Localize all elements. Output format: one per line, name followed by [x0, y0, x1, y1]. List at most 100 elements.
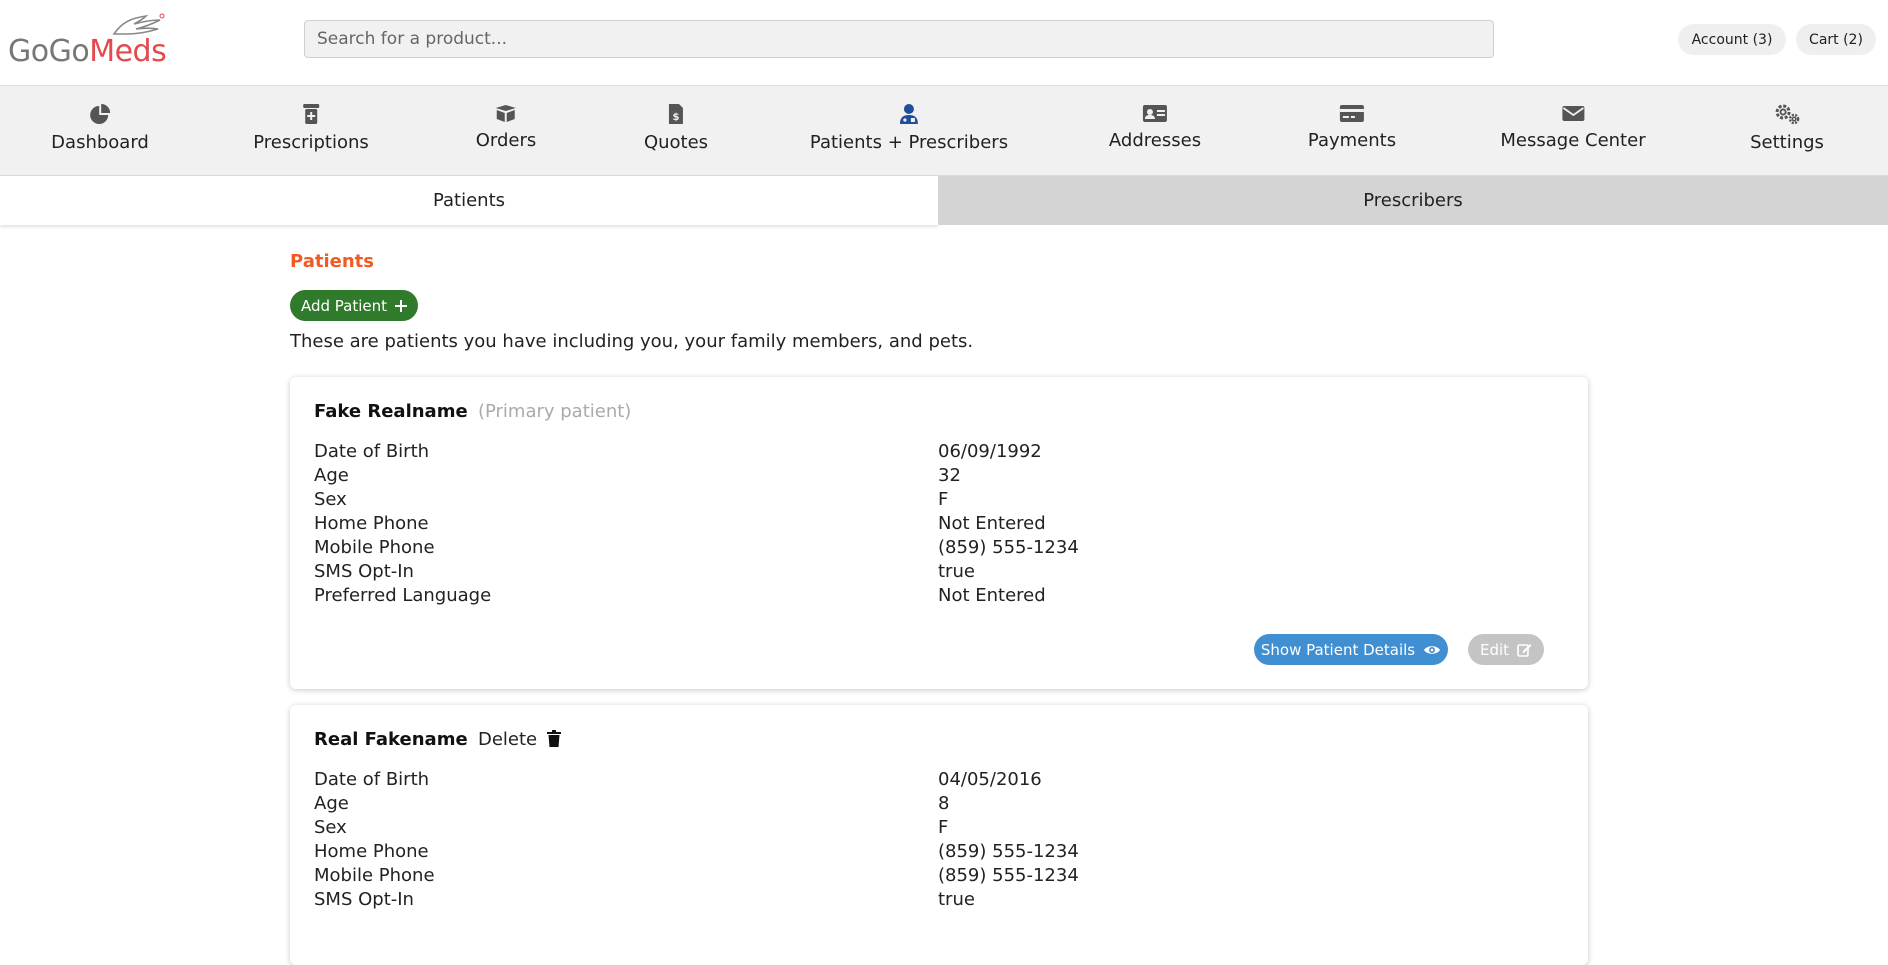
- detail-label: Date of Birth: [314, 441, 430, 462]
- nav-label: Message Center: [1500, 130, 1646, 151]
- edit-patient-button[interactable]: Edit: [1468, 634, 1544, 665]
- plus-icon: [395, 299, 408, 312]
- page-title: Patients: [290, 251, 374, 272]
- delete-patient-button[interactable]: Delete: [478, 729, 561, 750]
- detail-row: Sex F: [314, 817, 1564, 841]
- cart-button[interactable]: Cart (2): [1796, 24, 1876, 55]
- nav-label: Quotes: [643, 132, 709, 153]
- user-doctor-icon: [900, 104, 918, 124]
- detail-label: Age: [314, 465, 349, 486]
- gears-icon: [1775, 104, 1800, 125]
- nav-item-settings[interactable]: Settings: [1750, 86, 1824, 176]
- nav-item-message-center[interactable]: Message Center: [1500, 86, 1646, 176]
- patient-name: Fake Realname: [314, 401, 468, 422]
- detail-row: Age 8: [314, 793, 1564, 817]
- main-nav: Dashboard Prescriptions Orders $ Quotes: [0, 86, 1888, 176]
- nav-label: Dashboard: [51, 132, 149, 153]
- detail-row: Date of Birth 04/05/2016: [314, 769, 1564, 793]
- patient-details-list: Date of Birth 04/05/2016 Age 8 Sex F Home P…: [314, 769, 1564, 913]
- detail-label: Date of Birth: [314, 769, 430, 790]
- account-button[interactable]: Account (3): [1678, 24, 1786, 55]
- detail-label: Home Phone: [314, 841, 429, 862]
- detail-label: Mobile Phone: [314, 537, 435, 558]
- detail-value: (859) 555-1234: [938, 865, 1079, 886]
- detail-value: F: [938, 489, 949, 510]
- nav-label: Settings: [1750, 132, 1824, 153]
- detail-row: Mobile Phone (859) 555-1234: [314, 865, 1564, 889]
- svg-text:$: $: [673, 112, 680, 123]
- box-icon: [496, 105, 516, 122]
- credit-card-icon: [1340, 105, 1364, 122]
- detail-row: Home Phone Not Entered: [314, 513, 1564, 537]
- trash-icon: [546, 730, 561, 747]
- eye-icon: [1424, 645, 1441, 654]
- tab-patients[interactable]: Patients: [0, 176, 938, 225]
- detail-row: Date of Birth 06/09/1992: [314, 441, 1564, 465]
- detail-label: Home Phone: [314, 513, 429, 534]
- pie-chart-icon: [90, 104, 110, 124]
- primary-patient-label: (Primary patient): [477, 401, 632, 422]
- nav-label: Addresses: [1108, 130, 1202, 151]
- add-patient-button[interactable]: Add Patient: [290, 290, 418, 321]
- logo-text-meds: Meds: [89, 34, 167, 69]
- detail-label: Preferred Language: [314, 585, 492, 606]
- prescription-bottle-icon: [302, 104, 319, 124]
- delete-label: Delete: [477, 729, 538, 750]
- detail-value: 04/05/2016: [938, 769, 1042, 790]
- detail-value: true: [938, 561, 975, 582]
- detail-row: SMS Opt-In true: [314, 889, 1564, 913]
- show-details-label: Show Patient Details: [1260, 640, 1416, 659]
- patients-prescribers-tabs: Patients Prescribers: [0, 176, 1888, 225]
- logo-text-gogo: GoGo: [8, 34, 90, 69]
- detail-label: SMS Opt-In: [314, 889, 414, 910]
- nav-label: Payments: [1307, 130, 1397, 151]
- patient-card: Fake Realname (Primary patient) Date of …: [290, 377, 1588, 689]
- nav-label: Orders: [475, 130, 537, 151]
- detail-value: Not Entered: [938, 585, 1046, 606]
- detail-row: Preferred Language Not Entered: [314, 585, 1564, 609]
- detail-label: SMS Opt-In: [314, 561, 414, 582]
- detail-value: 06/09/1992: [938, 441, 1042, 462]
- detail-value: 8: [938, 793, 950, 814]
- nav-item-payments[interactable]: Payments: [1308, 86, 1396, 176]
- detail-row: Home Phone (859) 555-1234: [314, 841, 1564, 865]
- detail-label: Sex: [314, 489, 347, 510]
- nav-item-addresses[interactable]: Addresses: [1109, 86, 1201, 176]
- nav-item-orders[interactable]: Orders: [475, 86, 537, 176]
- detail-row: SMS Opt-In true: [314, 561, 1564, 585]
- nav-label: Patients + Prescribers: [809, 132, 1009, 153]
- detail-label: Sex: [314, 817, 347, 838]
- detail-value: Not Entered: [938, 513, 1046, 534]
- nav-item-patients-prescribers[interactable]: Patients + Prescribers: [810, 86, 1008, 176]
- edit-icon: [1517, 644, 1532, 657]
- gogomeds-logo[interactable]: GoGoMeds: [8, 12, 168, 72]
- envelope-icon: [1561, 106, 1584, 121]
- top-header: GoGoMeds Account (3) Cart (2): [0, 0, 1888, 86]
- address-card-icon: [1142, 105, 1167, 122]
- detail-value: (859) 555-1234: [938, 537, 1079, 558]
- detail-value: F: [938, 817, 949, 838]
- patient-name-heading: Fake Realname (Primary patient): [314, 401, 631, 422]
- invoice-dollar-icon: $: [668, 104, 683, 124]
- nav-item-prescriptions[interactable]: Prescriptions: [253, 86, 369, 176]
- detail-row: Age 32: [314, 465, 1564, 489]
- edit-label: Edit: [1479, 640, 1510, 659]
- detail-row: Sex F: [314, 489, 1564, 513]
- patient-details-list: Date of Birth 06/09/1992 Age 32 Sex F Home …: [314, 441, 1564, 609]
- nav-item-dashboard[interactable]: Dashboard: [51, 86, 149, 176]
- patient-name: Real Fakename: [314, 729, 468, 750]
- detail-label: Mobile Phone: [314, 865, 435, 886]
- detail-label: Age: [314, 793, 349, 814]
- nav-label: Prescriptions: [253, 132, 369, 153]
- search-input[interactable]: [304, 20, 1494, 58]
- add-patient-label: Add Patient: [300, 296, 388, 315]
- detail-value: (859) 555-1234: [938, 841, 1079, 862]
- patients-intro-text: These are patients you have including yo…: [290, 331, 974, 352]
- detail-value: 32: [938, 465, 961, 486]
- patient-name-heading: Real Fakename Delete: [314, 729, 561, 750]
- detail-value: true: [938, 889, 975, 910]
- nav-item-quotes[interactable]: $ Quotes: [644, 86, 708, 176]
- patient-card: Real Fakename Delete Date of Birth 04/05/…: [290, 705, 1588, 965]
- tab-prescribers[interactable]: Prescribers: [938, 176, 1888, 225]
- show-patient-details-button[interactable]: Show Patient Details: [1254, 634, 1448, 665]
